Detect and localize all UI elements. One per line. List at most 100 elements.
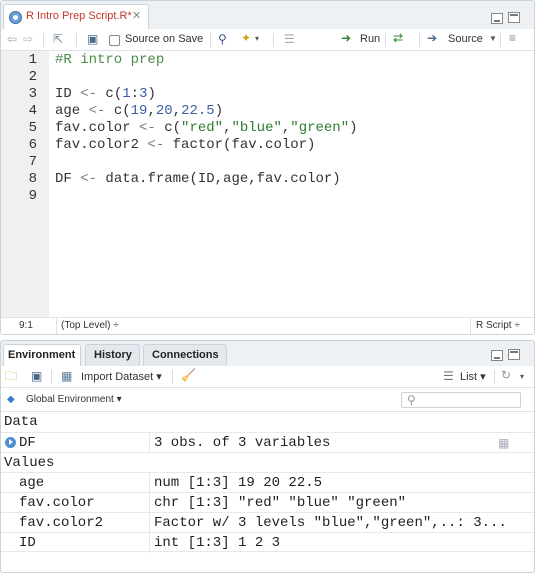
save-workspace-icon[interactable]: ▣ — [31, 369, 42, 383]
file-type-selector[interactable]: R Script ÷ — [476, 320, 520, 331]
document-outline-icon[interactable]: ≡ — [509, 31, 516, 45]
line-number: 8 — [28, 171, 37, 187]
run-arrow-icon[interactable]: ➜ — [341, 31, 351, 45]
object-summary: chr [1:3] "red" "blue" "green" — [154, 495, 407, 511]
back-arrow-icon[interactable]: ⇦ — [7, 32, 17, 46]
line-number: 5 — [28, 120, 37, 136]
maximize-pane-button[interactable] — [508, 12, 520, 23]
source-on-save-checkbox[interactable] — [109, 35, 120, 46]
rerun-icon[interactable]: ⇄ — [393, 31, 403, 45]
code-token: ) — [349, 120, 358, 136]
code-line[interactable]: DF <- data.frame(ID,age,fav.color) — [55, 171, 341, 187]
code-line[interactable]: fav.color <- c("red","blue","green") — [55, 120, 358, 136]
code-token: "blue" — [231, 120, 282, 136]
maximize-env-pane-button[interactable] — [508, 349, 520, 360]
magic-wand-icon[interactable]: ✦ — [241, 31, 251, 45]
environment-tab-bar: Environment History Connections — [1, 341, 534, 366]
code-token: age — [55, 103, 89, 119]
editor-tab-bar: R Intro Prep Script.R* ✕ — [1, 1, 534, 30]
code-line[interactable]: age <- c(19,20,22.5) — [55, 103, 223, 119]
code-token: <- — [80, 86, 98, 102]
document-tab-title: R Intro Prep Script.R* — [26, 10, 132, 22]
source-dropdown-icon[interactable]: ▼ — [489, 32, 497, 46]
source-button[interactable]: Source — [448, 33, 483, 45]
source-on-save-label: Source on Save — [125, 33, 204, 45]
code-token: fav.color — [55, 120, 140, 136]
object-name: age — [19, 475, 45, 491]
code-token: DF — [55, 171, 81, 187]
values-section-header: Values — [1, 452, 534, 472]
refresh-dropdown-icon[interactable]: ▾ — [520, 370, 524, 384]
value-row[interactable]: fav.color chr [1:3] "red" "blue" "green" — [1, 492, 534, 513]
show-in-window-icon[interactable]: ⇱ — [53, 32, 63, 46]
save-icon[interactable]: ▣ — [87, 32, 98, 46]
line-number: 1 — [28, 52, 37, 68]
cursor-position: 9:1 — [19, 320, 33, 331]
import-dataset-icon[interactable]: ▦ — [61, 369, 72, 383]
import-dataset-button[interactable]: Import Dataset ▾ — [81, 370, 162, 383]
value-row[interactable]: ID int [1:3] 1 2 3 — [1, 532, 534, 553]
code-token: ) — [214, 103, 224, 119]
code-token: c( — [105, 103, 131, 119]
clear-workspace-broom-icon[interactable]: 🧹 — [181, 368, 196, 382]
run-button[interactable]: Run — [360, 33, 380, 45]
environment-pane: Environment History Connections 🗀 ▣ ▦ Im… — [0, 340, 535, 573]
editor-toolbar: ⇦ ⇨ ⇱ ▣ Source on Save ⚲ ✦ ▾ ☰ ➜ Run ⇄ ➔… — [1, 29, 534, 51]
minimize-pane-button[interactable] — [491, 13, 503, 24]
code-token: , — [147, 103, 156, 119]
code-token: <- — [139, 120, 156, 136]
global-environment-dropdown[interactable]: Global Environment ▾ — [26, 394, 122, 405]
open-folder-icon[interactable]: 🗀 — [5, 369, 17, 383]
code-tools-dropdown-icon[interactable]: ▾ — [255, 32, 259, 46]
object-summary: num [1:3] 19 20 22.5 — [154, 475, 323, 491]
source-editor-pane: R Intro Prep Script.R* ✕ ⇦ ⇨ ⇱ ▣ Source … — [0, 0, 535, 335]
tab-environment[interactable]: Environment — [3, 344, 81, 366]
value-row[interactable]: fav.color2 Factor w/ 3 levels "blue","gr… — [1, 512, 534, 533]
scope-selector[interactable]: (Top Level) ÷ — [61, 320, 119, 331]
code-line[interactable]: fav.color2 <- factor(fav.color) — [55, 137, 315, 153]
expand-arrow-icon[interactable] — [5, 437, 16, 448]
minimize-env-pane-button[interactable] — [491, 350, 503, 361]
code-token: factor(fav.color) — [164, 137, 316, 153]
code-token: 1 — [122, 86, 131, 102]
search-icon: ⚲ — [407, 393, 416, 407]
code-token: c( — [155, 120, 182, 136]
code-token: data.frame(ID,age,fav.color) — [97, 171, 341, 187]
code-token: , — [172, 103, 182, 119]
object-summary: Factor w/ 3 levels "blue","green",..: 3.… — [154, 515, 507, 531]
code-token: "red" — [181, 120, 224, 136]
forward-arrow-icon[interactable]: ⇨ — [23, 32, 33, 46]
code-token: ) — [147, 86, 156, 102]
search-icon[interactable]: ⚲ — [218, 32, 227, 46]
tab-connections[interactable]: Connections — [143, 344, 227, 366]
code-area[interactable]: 123456789 #R intro prep ID <- c(1:3) age <… — [1, 51, 534, 317]
compile-report-icon[interactable]: ☰ — [284, 32, 295, 46]
code-token: c( — [97, 86, 123, 102]
refresh-icon[interactable]: ↻ — [501, 368, 511, 382]
close-tab-icon[interactable]: ✕ — [132, 9, 141, 22]
object-name: DF — [19, 435, 36, 451]
data-row-df[interactable]: DF 3 obs. of 3 variables ▦ — [1, 432, 534, 453]
code-token: "green" — [290, 120, 350, 136]
code-token: #R intro prep — [55, 52, 165, 68]
environment-search-input[interactable]: ⚲ — [401, 392, 521, 408]
line-number: 2 — [28, 69, 37, 85]
value-row[interactable]: age num [1:3] 19 20 22.5 — [1, 472, 534, 493]
code-line[interactable]: #R intro prep — [55, 52, 164, 68]
document-tab[interactable]: R Intro Prep Script.R* ✕ — [3, 4, 149, 30]
tab-history[interactable]: History — [85, 344, 140, 366]
view-mode-dropdown[interactable]: List ▾ — [460, 370, 486, 383]
environment-scope-bar: ◆ Global Environment ▾ ⚲ — [1, 388, 534, 412]
line-number: 3 — [28, 86, 37, 102]
code-token: ID — [55, 86, 81, 102]
data-section-header: Data — [1, 412, 534, 432]
view-table-icon[interactable]: ▦ — [498, 436, 509, 450]
line-number: 7 — [28, 154, 37, 170]
line-number: 6 — [28, 137, 37, 153]
code-token: <- — [80, 171, 98, 187]
source-arrow-icon[interactable]: ➔ — [427, 31, 437, 45]
code-token: 20 — [155, 103, 173, 119]
line-number: 4 — [28, 103, 37, 119]
code-token: 19 — [130, 103, 148, 119]
code-line[interactable]: ID <- c(1:3) — [55, 86, 156, 102]
